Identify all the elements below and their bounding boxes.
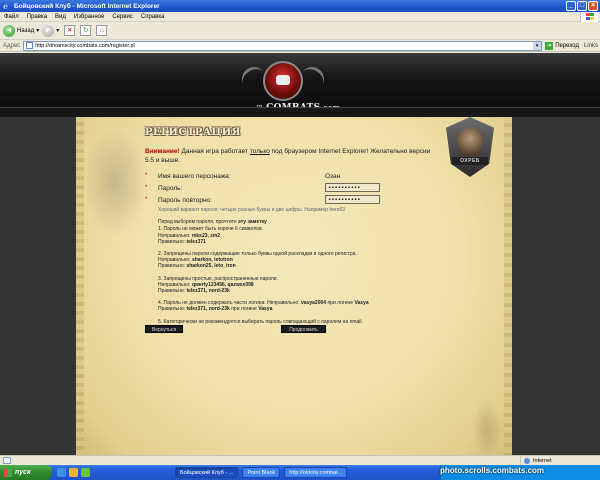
registration-form: * Имя вашего персонажа: Озан * Пароль: *… <box>145 170 445 206</box>
warrior-shield-emblem: ОХРЕБ <box>440 113 500 183</box>
back-page-button[interactable]: Вернуться <box>145 325 183 333</box>
warrior-sketch <box>82 127 148 237</box>
name-row: * Имя вашего персонажа: Озан <box>145 170 445 182</box>
rule-4: 4. Пароль не должен содержать части логи… <box>158 300 369 313</box>
address-input[interactable]: http://dreamscity.combats.com/register.p… <box>23 40 543 51</box>
home-icon[interactable]: ⌂ <box>96 25 108 36</box>
taskbar-button-ie[interactable]: Бойцовский Клуб - ... <box>175 467 239 478</box>
address-bar: Адрес http://dreamscity.combats.com/regi… <box>0 40 600 52</box>
back-label: Назад <box>17 27 35 34</box>
address-dropdown-icon[interactable]: ▾ <box>533 41 542 50</box>
menu-help[interactable]: Справка <box>137 14 169 20</box>
internet-explorer-icon: e <box>3 1 9 11</box>
page-done-icon <box>3 457 11 464</box>
combats-logo <box>237 57 329 109</box>
back-button[interactable]: ◄ Назад ▾ <box>3 24 39 37</box>
browser-toolbar: ◄ Назад ▾ ► ▾ × ↻ ⌂ <box>0 22 600 40</box>
quick-launch <box>57 468 90 477</box>
password-field[interactable] <box>325 183 380 192</box>
fist-emblem-icon <box>263 61 303 101</box>
links-button[interactable]: Links <box>584 43 598 49</box>
menu-bar: Файл Правка Вид Избранное Сервис Справка <box>0 12 600 22</box>
go-arrow-icon: ➔ <box>545 41 554 50</box>
name-label: Имя вашего персонажа: <box>158 172 231 180</box>
forward-button[interactable]: ► ▾ <box>42 24 59 37</box>
site-header: ™ COMBATS com <box>0 53 600 117</box>
go-label: Переход <box>555 42 580 49</box>
page-title: РЕГИСТРАЦИЯ <box>145 127 241 138</box>
status-bar: Internet <box>0 455 600 466</box>
windows-logo-icon <box>580 12 598 22</box>
menu-file[interactable]: Файл <box>0 14 23 20</box>
menu-favorites[interactable]: Избранное <box>70 14 108 20</box>
emblem-label: ОХРЕБ <box>452 157 488 165</box>
window-titlebar: e Бойцовский Клуб - Microsoft Internet E… <box>0 0 600 12</box>
forward-dropdown-icon[interactable]: ▾ <box>56 27 59 34</box>
required-star: * <box>145 197 148 203</box>
stop-icon[interactable]: × <box>64 25 76 36</box>
password-repeat-row: * Пароль повторно: <box>145 194 445 206</box>
name-value: Озан <box>325 172 341 180</box>
start-button[interactable]: пуск <box>0 465 52 480</box>
watermark: photo.scrolls.combats.com <box>440 466 545 475</box>
rule-2: 2. Запрещены пароли содержащие только бу… <box>158 251 357 270</box>
required-star: * <box>145 173 148 179</box>
password-row: * Пароль: <box>145 182 445 194</box>
taskbar-button-oldcity[interactable]: http://oldcity.combat... <box>284 467 348 478</box>
rule-1: 1. Пароль не может быть короче 6 символо… <box>158 226 263 245</box>
password-rules: Хороший вариант пароля: четыре разные бу… <box>158 207 448 325</box>
close-button[interactable]: × <box>588 1 598 11</box>
app-quicklaunch-icon[interactable] <box>81 468 90 477</box>
rule-5: 5. Категорически не рекомендуется выбира… <box>158 318 363 325</box>
menu-edit[interactable]: Правка <box>23 14 51 20</box>
window-title: Бойцовский Клуб - Microsoft Internet Exp… <box>14 2 160 10</box>
password-label: Пароль: <box>158 184 183 192</box>
forward-arrow-icon: ► <box>42 24 55 37</box>
right-sidebar <box>512 117 600 465</box>
continue-button[interactable]: Продолжить <box>281 325 326 333</box>
back-arrow-icon: ◄ <box>3 24 15 37</box>
required-star: * <box>145 185 148 191</box>
left-sidebar <box>0 117 76 465</box>
address-url[interactable]: http://dreamscity.combats.com/register.p… <box>35 43 135 49</box>
menu-view[interactable]: Вид <box>51 14 70 20</box>
windows-flag-icon <box>4 468 12 477</box>
address-label: Адрес <box>3 42 21 49</box>
password-repeat-label: Пароль повторно: <box>158 196 212 204</box>
rule-3: 3. Запрещены простые, распространенные п… <box>158 275 278 295</box>
folder-quicklaunch-icon[interactable] <box>69 468 78 477</box>
rules-intro: Перед выбором пароля, прочтите эту замет… <box>158 219 267 226</box>
password-repeat-field[interactable] <box>325 195 380 204</box>
ie-quicklaunch-icon[interactable] <box>57 468 66 477</box>
browser-notice: Внимание! Данная игра работает только по… <box>145 148 431 164</box>
menu-tools[interactable]: Сервис <box>108 14 137 20</box>
go-button[interactable]: ➔ Переход <box>545 41 580 50</box>
password-hint: Хороший вариант пароля: четыре разные бу… <box>158 207 346 213</box>
refresh-icon[interactable]: ↻ <box>80 25 92 36</box>
page-icon <box>26 42 34 49</box>
taskbar-button-pointblank[interactable]: Point Blank <box>242 467 281 478</box>
minimize-button[interactable]: _ <box>566 1 576 11</box>
maximize-button[interactable]: □ <box>577 1 587 11</box>
back-dropdown-icon[interactable]: ▾ <box>36 27 39 34</box>
